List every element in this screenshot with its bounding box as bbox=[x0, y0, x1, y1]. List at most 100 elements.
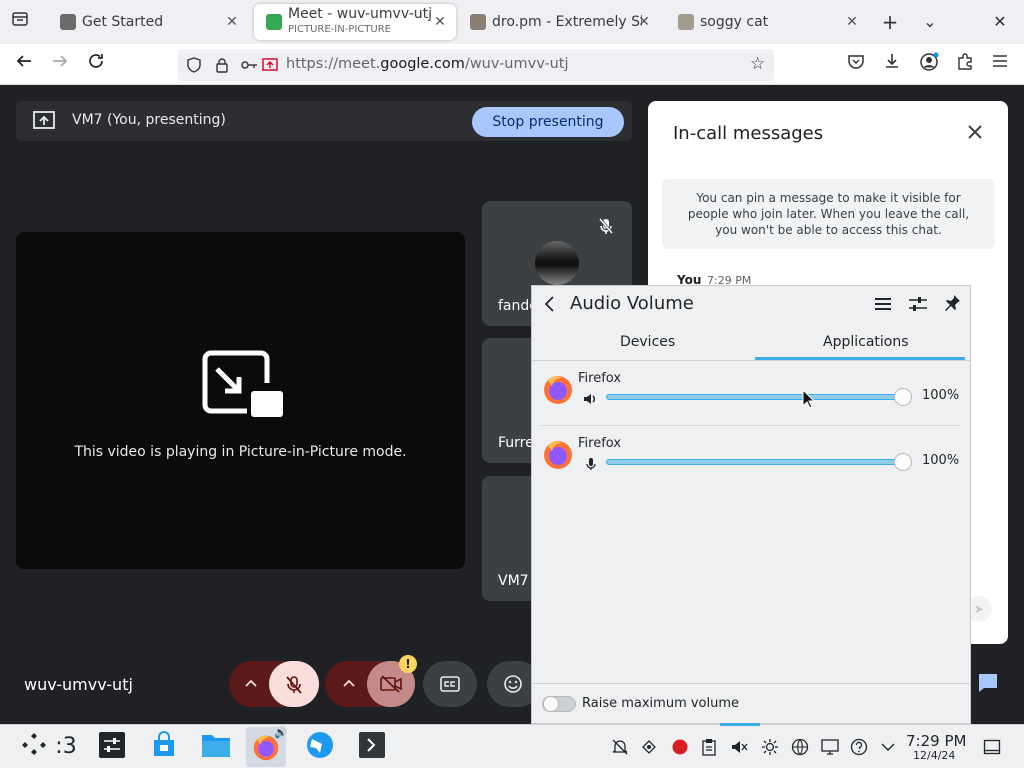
permissions-icon[interactable] bbox=[240, 57, 258, 77]
display-icon[interactable] bbox=[821, 738, 839, 756]
divider bbox=[532, 360, 970, 361]
close-tab-icon[interactable]: ✕ bbox=[432, 14, 448, 30]
tab-applications[interactable]: Applications bbox=[823, 334, 909, 350]
volume-slider-handle[interactable] bbox=[894, 388, 912, 406]
presenting-banner: VM7 (You, presenting) Stop presenting bbox=[16, 101, 632, 141]
microphone-icon[interactable] bbox=[584, 456, 598, 475]
brightness-icon[interactable] bbox=[761, 738, 779, 756]
downloads-icon[interactable] bbox=[879, 52, 905, 78]
divider bbox=[540, 425, 960, 426]
help-icon[interactable] bbox=[850, 738, 868, 756]
audio-options-chevron-icon[interactable] bbox=[243, 675, 259, 695]
app-name: Firefox bbox=[578, 436, 622, 451]
kde-connect-icon[interactable] bbox=[640, 738, 658, 756]
unmute-mic-button[interactable] bbox=[269, 661, 319, 707]
tab-meet[interactable]: Meet - wuv-umvv-utj PICTURE-IN-PICTURE ✕ bbox=[254, 4, 456, 40]
chat-info-notice: You can pin a message to make it visible… bbox=[662, 179, 995, 249]
tab-devices[interactable]: Devices bbox=[620, 334, 675, 350]
volume-slider-fill bbox=[606, 459, 912, 465]
divider bbox=[532, 683, 970, 684]
show-desktop-icon[interactable] bbox=[983, 738, 1001, 756]
forward-button[interactable] bbox=[47, 52, 73, 78]
app-volume-row: Firefox 100% bbox=[540, 436, 964, 496]
network-globe-icon[interactable] bbox=[791, 738, 809, 756]
present-screen-icon bbox=[33, 110, 55, 134]
menu-icon[interactable] bbox=[987, 52, 1013, 78]
workspace-label[interactable]: :3 bbox=[52, 731, 80, 763]
toggle-knob bbox=[543, 696, 559, 712]
tab-favicon-icon bbox=[60, 14, 76, 30]
notifications-muted-icon[interactable] bbox=[611, 738, 629, 756]
tray-expand-chevron-icon[interactable] bbox=[879, 738, 897, 756]
pin-icon[interactable] bbox=[943, 294, 961, 316]
settings-sliders-icon[interactable] bbox=[908, 295, 928, 317]
meeting-code: wuv-umvv-utj bbox=[24, 675, 133, 694]
stop-presenting-button[interactable]: Stop presenting bbox=[472, 107, 624, 137]
tracking-shield-icon[interactable] bbox=[186, 57, 202, 77]
pocket-icon[interactable] bbox=[843, 52, 869, 78]
video-controls: ! bbox=[325, 655, 417, 707]
volume-percent: 100% bbox=[922, 388, 960, 403]
tab-soggy-cat[interactable]: soggy cat ✕ bbox=[672, 4, 868, 40]
tab-get-started[interactable]: Get Started ✕ bbox=[52, 4, 248, 40]
browser-app-icon[interactable] bbox=[304, 731, 336, 763]
participant-name: VM7 bbox=[498, 573, 529, 589]
browser-tab-bar: Get Started ✕ Meet - wuv-umvv-utj PICTUR… bbox=[0, 0, 1024, 44]
bookmark-star-icon[interactable]: ☆ bbox=[750, 56, 765, 73]
close-tab-icon[interactable]: ✕ bbox=[844, 14, 860, 30]
raise-max-volume-toggle[interactable] bbox=[542, 696, 576, 712]
popup-title: Audio Volume bbox=[570, 293, 694, 314]
screen-share-icon[interactable] bbox=[262, 57, 278, 77]
url-bar[interactable]: https://meet.google.com/wuv-umvv-utj ☆ bbox=[178, 49, 774, 81]
app-volume-row: Firefox 100% bbox=[540, 371, 964, 431]
discover-store-icon[interactable] bbox=[148, 731, 180, 763]
presenter-label: VM7 (You, presenting) bbox=[72, 112, 226, 128]
volume-slider[interactable] bbox=[606, 388, 912, 406]
tab-list-button[interactable]: ⌄ bbox=[918, 10, 942, 34]
close-chat-button[interactable] bbox=[964, 123, 986, 145]
back-chevron-icon[interactable] bbox=[542, 295, 558, 317]
screen-recording-icon[interactable] bbox=[671, 738, 689, 756]
close-tab-icon[interactable]: ✕ bbox=[224, 14, 240, 30]
extensions-icon[interactable] bbox=[952, 52, 978, 78]
active-applet-indicator bbox=[720, 723, 760, 726]
volume-slider[interactable] bbox=[606, 453, 912, 471]
muted-mic-icon bbox=[284, 675, 304, 699]
captions-icon bbox=[440, 676, 460, 696]
app-launcher-icon[interactable] bbox=[18, 731, 50, 763]
url-text[interactable]: https://meet.google.com/wuv-umvv-utj bbox=[286, 56, 569, 72]
tab-title: soggy cat bbox=[700, 14, 769, 30]
system-settings-icon[interactable] bbox=[96, 731, 128, 763]
video-options-chevron-icon[interactable] bbox=[341, 675, 357, 695]
back-button[interactable] bbox=[11, 52, 37, 78]
reload-button[interactable] bbox=[83, 52, 109, 78]
volume-muted-icon[interactable] bbox=[730, 738, 748, 756]
camera-warning-badge: ! bbox=[399, 655, 417, 673]
firefox-app-icon bbox=[542, 373, 574, 409]
tab-dro-pm[interactable]: dro.pm - Extremely Sh ✕ bbox=[464, 4, 660, 40]
tab-title: Get Started bbox=[82, 14, 164, 30]
account-icon[interactable] bbox=[916, 52, 942, 78]
audio-controls bbox=[229, 661, 319, 707]
speaker-icon[interactable] bbox=[583, 391, 597, 410]
close-window-icon[interactable]: ✕ bbox=[988, 10, 1012, 34]
close-tab-icon[interactable]: ✕ bbox=[636, 14, 652, 30]
hamburger-menu-icon[interactable] bbox=[874, 296, 892, 316]
clock-time[interactable]: 7:29 PM bbox=[906, 732, 966, 750]
chat-bubble-icon[interactable] bbox=[977, 672, 999, 698]
cat-favicon-icon bbox=[678, 14, 694, 30]
firefox-taskbar-button[interactable]: 🔊 bbox=[246, 727, 288, 767]
clock-date[interactable]: 12/4/24 bbox=[913, 749, 955, 762]
volume-slider-handle[interactable] bbox=[894, 453, 912, 471]
terminal-icon[interactable] bbox=[356, 731, 388, 763]
firefox-view-icon[interactable] bbox=[8, 10, 32, 34]
avatar bbox=[535, 241, 579, 285]
muted-mic-icon bbox=[597, 217, 615, 239]
taskbar: :3 🔊 7:29 PM 12/4/24 bbox=[0, 723, 1024, 768]
clipboard-icon[interactable] bbox=[700, 738, 718, 756]
participant-name: Furre bbox=[498, 435, 534, 451]
lock-icon[interactable] bbox=[214, 57, 230, 77]
file-manager-icon[interactable] bbox=[200, 731, 232, 763]
new-tab-button[interactable]: + bbox=[878, 10, 902, 34]
captions-button[interactable] bbox=[423, 661, 477, 707]
